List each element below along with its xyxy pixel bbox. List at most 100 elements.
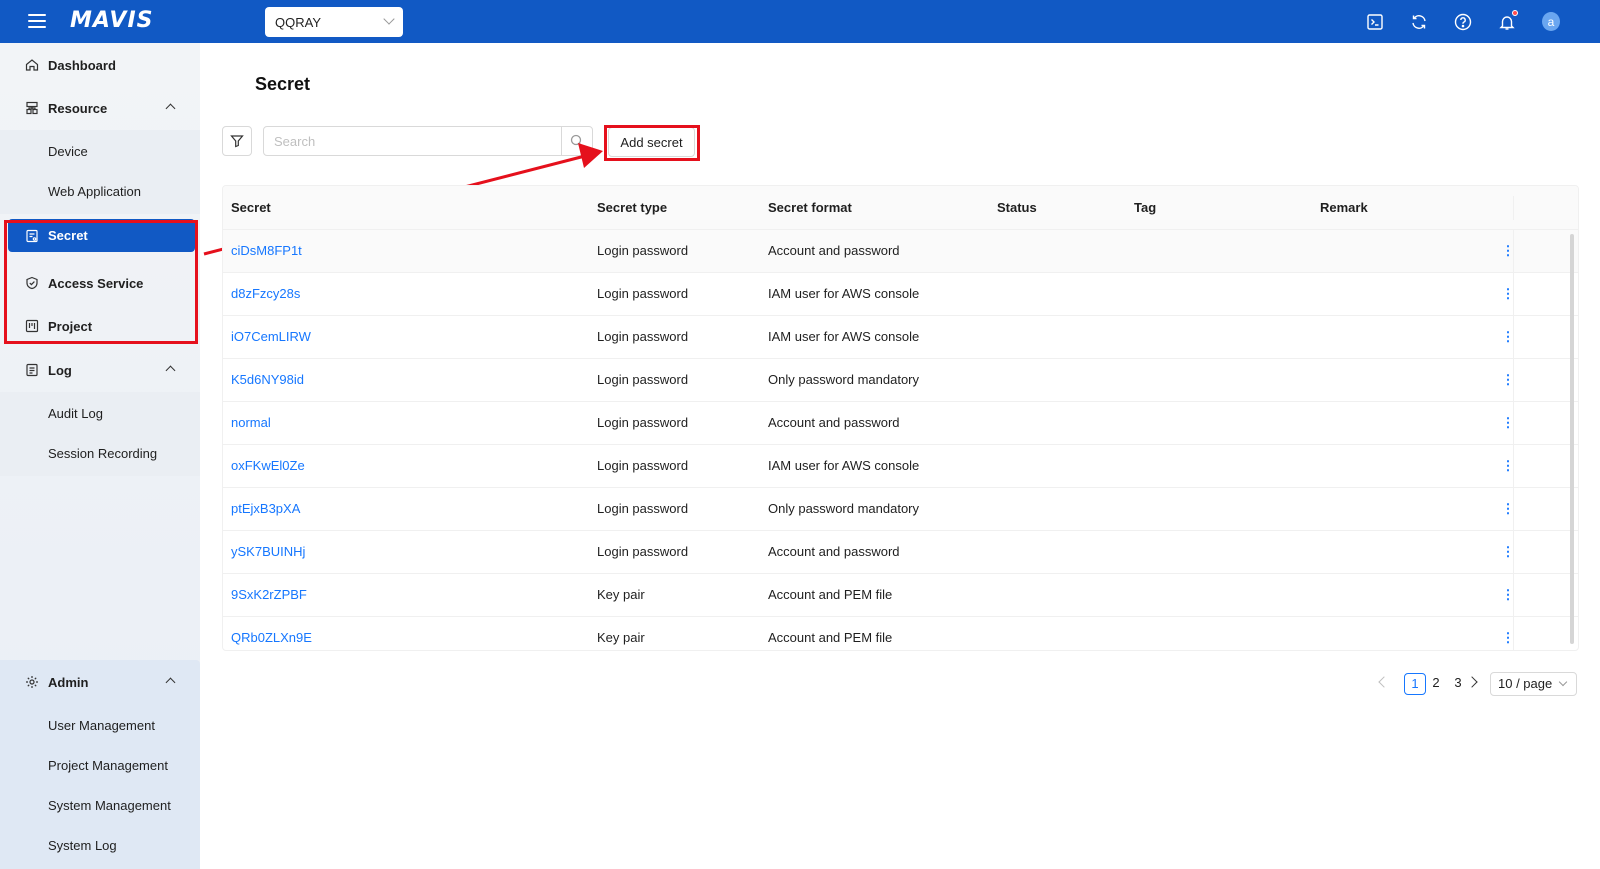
filter-button[interactable] xyxy=(222,126,252,156)
sidebar-item-project-management[interactable]: Project Management xyxy=(0,745,200,785)
notification-dot xyxy=(1512,9,1518,16)
search-box xyxy=(263,126,593,156)
cell-secret-format: Only password mandatory xyxy=(768,501,920,516)
more-actions-icon[interactable]: ⋮ xyxy=(1498,574,1518,616)
sidebar: Dashboard Resource Device Web Applicatio… xyxy=(0,43,200,869)
more-actions-icon[interactable]: ⋮ xyxy=(1498,273,1518,315)
terminal-icon[interactable] xyxy=(1366,13,1384,31)
page-1[interactable]: 1 xyxy=(1404,673,1426,695)
chevron-up-icon xyxy=(165,677,176,688)
search-icon xyxy=(570,134,584,148)
cell-secret-format: Account and password xyxy=(768,243,900,258)
table-row: ySK7BUINHj Login password Account and pass… xyxy=(223,531,1578,574)
cell-secret-type: Key pair xyxy=(597,587,645,602)
sidebar-item-system-management[interactable]: System Management xyxy=(0,785,200,825)
page-2[interactable]: 2 xyxy=(1425,673,1447,695)
cell-secret-link[interactable]: iO7CemLIRW xyxy=(231,316,311,358)
resource-icon xyxy=(25,101,39,115)
cell-secret-format: Account and password xyxy=(768,544,900,559)
more-actions-icon[interactable]: ⋮ xyxy=(1498,531,1518,573)
more-actions-icon[interactable]: ⋮ xyxy=(1498,617,1518,650)
sidebar-item-web-application[interactable]: Web Application xyxy=(0,171,200,211)
cell-secret-type: Login password xyxy=(597,458,689,473)
search-button[interactable] xyxy=(561,127,592,155)
table-row: ptEjxB3pXA Login password Only password ma… xyxy=(223,488,1578,531)
avatar: a xyxy=(1542,12,1560,31)
sidebar-item-system-log[interactable]: System Log xyxy=(0,825,200,865)
cell-secret-type: Key pair xyxy=(597,630,645,645)
secrets-table: Secret Secret type Secret format Status … xyxy=(222,185,1579,651)
cell-secret-format: Account and PEM file xyxy=(768,587,893,602)
log-icon xyxy=(25,363,39,377)
refresh-icon[interactable] xyxy=(1410,13,1428,31)
cell-secret-type: Login password xyxy=(597,544,689,559)
bell-icon[interactable] xyxy=(1498,9,1518,31)
cell-secret-format: IAM user for AWS console xyxy=(768,458,920,473)
page-3[interactable]: 3 xyxy=(1447,673,1469,695)
table-row: oxFKwEl0Ze Login password IAM user for AWS… xyxy=(223,445,1578,488)
more-actions-icon[interactable]: ⋮ xyxy=(1498,230,1518,272)
page-size-select[interactable]: 10 / page xyxy=(1490,672,1577,696)
sidebar-item-user-management[interactable]: User Management xyxy=(0,705,200,745)
sidebar-item-label: Admin xyxy=(48,674,89,690)
page-size-value: 10 / page xyxy=(1498,676,1553,691)
more-actions-icon[interactable]: ⋮ xyxy=(1498,359,1518,401)
chevron-up-icon xyxy=(165,365,176,376)
page-title: Secret xyxy=(255,74,311,94)
cell-secret-format: Account and password xyxy=(768,415,900,430)
sidebar-item-session-recording[interactable]: Session Recording xyxy=(0,433,200,473)
more-actions-icon[interactable]: ⋮ xyxy=(1498,445,1518,487)
chevron-left-icon[interactable] xyxy=(1378,676,1390,688)
project-selector[interactable]: QQRAY xyxy=(265,7,403,37)
column-header-secret-format[interactable]: Secret format xyxy=(768,186,852,230)
gear-icon xyxy=(25,675,39,689)
sidebar-item-label: Dashboard xyxy=(48,57,116,73)
help-icon[interactable] xyxy=(1454,13,1472,31)
cell-secret-link[interactable]: 9SxK2rZPBF xyxy=(231,574,307,616)
project-selector-value: QQRAY xyxy=(275,14,321,30)
cell-secret-type: Login password xyxy=(597,243,689,258)
sidebar-item-dashboard[interactable]: Dashboard xyxy=(0,45,200,85)
table-body: ciDsM8FP1t Login password Account and pass… xyxy=(223,230,1578,650)
cell-secret-link[interactable]: ptEjxB3pXA xyxy=(231,488,300,530)
table-scrollbar[interactable] xyxy=(1570,234,1574,644)
annotation-highlight-sidebar xyxy=(4,220,198,344)
column-header-status[interactable]: Status xyxy=(997,186,1037,230)
app-root: MAVIS QQRAY a Dashboard Resource Device … xyxy=(0,0,1600,869)
table-row: QRb0ZLXn9E Key pair Account and PEM file ⋮ xyxy=(223,617,1578,650)
sidebar-item-device[interactable]: Device xyxy=(0,131,200,171)
column-header-tag[interactable]: Tag xyxy=(1134,186,1156,230)
cell-secret-link[interactable]: normal xyxy=(231,402,271,444)
sidebar-group-admin[interactable]: Admin xyxy=(0,662,200,702)
cell-secret-link[interactable]: d8zFzcy28s xyxy=(231,273,300,315)
sidebar-item-label: Project Management xyxy=(48,757,168,773)
home-icon xyxy=(25,58,39,72)
more-actions-icon[interactable]: ⋮ xyxy=(1498,488,1518,530)
sidebar-group-resource[interactable]: Resource xyxy=(0,88,200,128)
cell-secret-link[interactable]: K5d6NY98id xyxy=(231,359,304,401)
column-header-secret-type[interactable]: Secret type xyxy=(597,186,667,230)
menu-toggle-icon[interactable] xyxy=(28,14,46,28)
more-actions-icon[interactable]: ⋮ xyxy=(1498,316,1518,358)
admin-section: Admin User Management Project Management… xyxy=(0,660,200,869)
resource-submenu: Device Web Application xyxy=(0,130,200,214)
cell-secret-link[interactable]: oxFKwEl0Ze xyxy=(231,445,305,487)
column-header-remark[interactable]: Remark xyxy=(1320,186,1368,230)
cell-secret-link[interactable]: ciDsM8FP1t xyxy=(231,230,302,272)
sidebar-item-label: System Log xyxy=(48,837,117,853)
sidebar-item-audit-log[interactable]: Audit Log xyxy=(0,393,200,433)
user-avatar[interactable]: a xyxy=(1542,12,1560,31)
chevron-down-icon xyxy=(1558,677,1568,687)
log-submenu: Audit Log Session Recording xyxy=(0,392,200,476)
more-actions-icon[interactable]: ⋮ xyxy=(1498,402,1518,444)
table-row: iO7CemLIRW Login password IAM user for AWS… xyxy=(223,316,1578,359)
search-input[interactable] xyxy=(264,127,561,155)
cell-secret-type: Login password xyxy=(597,415,689,430)
sidebar-group-log[interactable]: Log xyxy=(0,350,200,390)
sidebar-item-label: Device xyxy=(48,143,88,159)
filter-icon xyxy=(230,135,244,148)
cell-secret-link[interactable]: QRb0ZLXn9E xyxy=(231,617,312,650)
cell-secret-type: Login password xyxy=(597,286,689,301)
cell-secret-link[interactable]: ySK7BUINHj xyxy=(231,531,305,573)
column-header-secret[interactable]: Secret xyxy=(231,186,271,230)
